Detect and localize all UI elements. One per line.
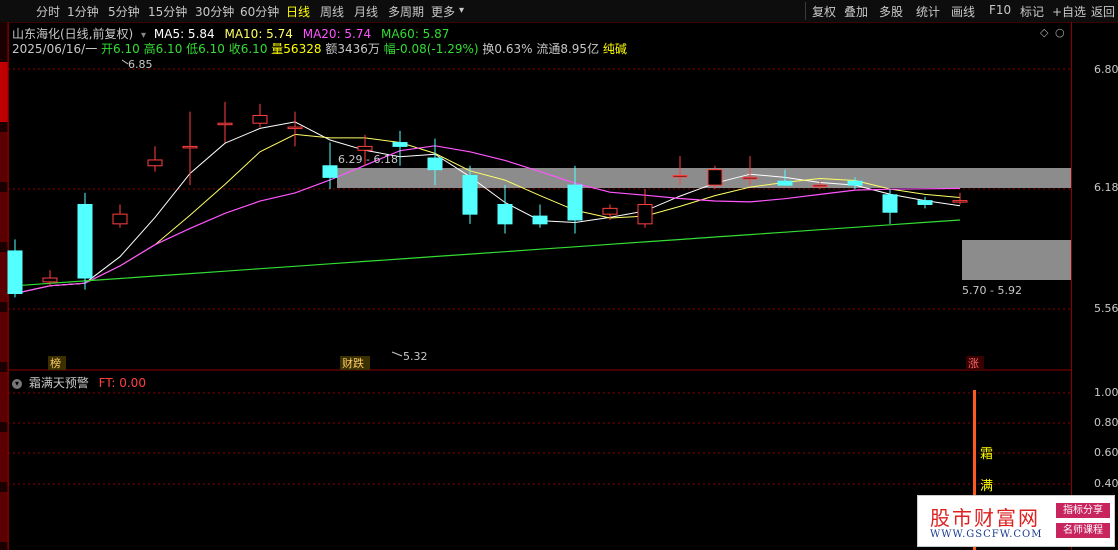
price-axis [1071,22,1118,550]
candle-body [357,145,373,151]
watermark-logo: 股市财富网 WWW.GSCFW.COM 指标分享 名师课程 [917,495,1115,547]
candle-body [77,203,93,279]
candle-body [567,184,583,221]
indicator-tick-label: 0.80 [1094,416,1118,429]
indicator-tick-label: 0.60 [1094,446,1118,459]
candle-body [917,200,933,205]
candle-body [602,207,618,215]
candle-body [847,180,863,186]
ma20-line [14,145,961,295]
candle-body [742,176,758,180]
marker-caidie[interactable]: 财跌 [342,356,364,370]
candle-body [252,114,268,124]
candle-body [637,203,653,225]
y-tick-label: 6.80 [1094,63,1118,76]
candle-body [777,180,793,186]
support-band [962,240,1071,280]
range-annotation: 5.70 - 5.92 [962,284,1022,297]
logo-name: 股市财富网 [930,506,1040,530]
candle-body [497,203,513,225]
candle-body [7,250,23,295]
ma60-line [14,219,961,287]
candle-body [322,165,338,178]
ma5-line [14,121,961,294]
indicator-label-man: 满 [980,479,993,494]
logo-tag-indicator: 指标分享 [1056,503,1110,518]
marker-bang[interactable]: 榜 [50,356,61,370]
indicator-label-shuang: 霜 [980,447,993,462]
candle-body [147,159,163,167]
indicator-tick-label: 0.40 [1094,477,1118,490]
candle-body [812,184,828,188]
candle-body [42,277,58,283]
resistance-band [337,168,1071,188]
logo-url: WWW.GSCFW.COM [930,529,1043,540]
band-annotation: 6.29 - 6.18 [338,153,398,166]
y-tick-label: 5.56 [1094,302,1118,315]
candle-body [427,157,443,171]
indicator-header: ▾ 霜满天预警 FT: 0.00 [12,374,146,391]
candle-body [672,174,688,178]
candle-body [882,194,898,213]
candle-body [392,142,408,147]
candle-body [182,145,198,149]
y-tick-label: 6.18 [1094,181,1118,194]
candle-body [462,174,478,215]
low-pointer [391,351,403,357]
collapse-icon[interactable]: ▾ [12,378,22,389]
kline-chart[interactable]: 6.85 6.29 - 6.18 5.32 5.70 - 5.92 榜 财跌 涨… [0,0,1118,550]
candle-body [112,213,128,225]
high-annotation: 6.85 [128,58,153,71]
low-annotation: 5.32 [403,350,428,363]
candle-body [287,126,303,130]
candle-body [707,169,723,186]
marker-zhang[interactable]: 涨 [968,357,979,370]
logo-tag-course: 名师课程 [1056,523,1110,538]
indicator-ft-value: FT: 0.00 [98,376,146,390]
indicator-tick-label: 1.00 [1094,386,1118,399]
ma10-line [14,133,961,294]
candle-body [952,200,968,203]
indicator-name[interactable]: 霜满天预警 [29,376,89,390]
candle-body [532,215,548,225]
candle-body [217,122,233,126]
